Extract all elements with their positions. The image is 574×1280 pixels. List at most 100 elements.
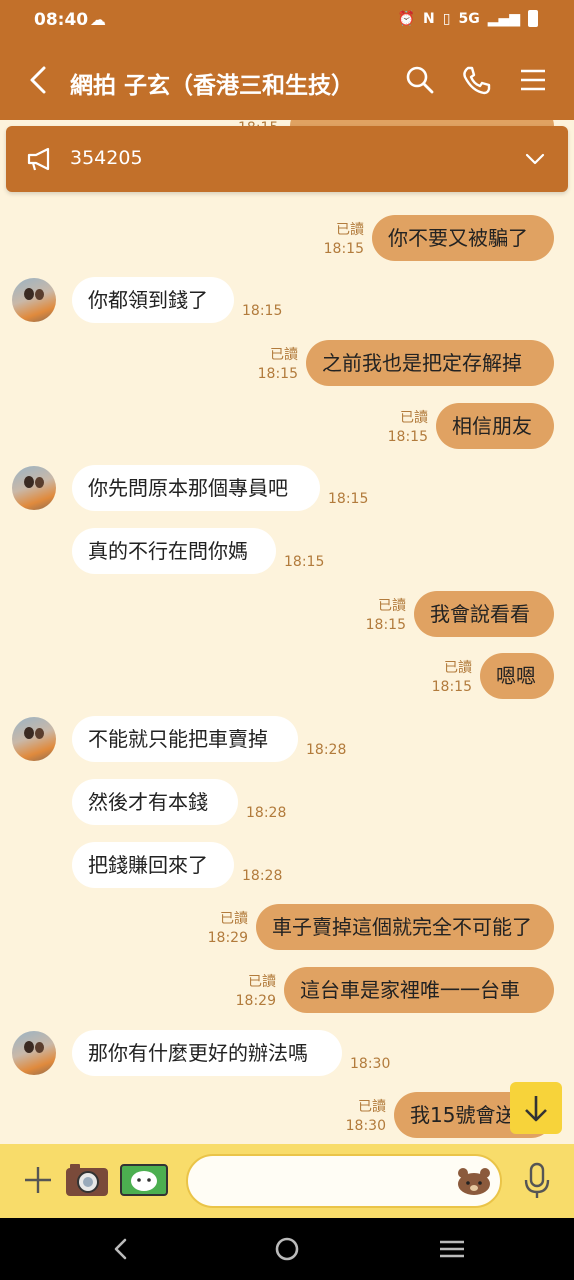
message-meta: 已讀 18:29 — [208, 910, 248, 948]
signal-icon: ▂▄▆ — [487, 10, 520, 27]
input-bar — [0, 1144, 574, 1218]
chevron-down-icon[interactable] — [524, 148, 546, 170]
message-time: 18:28 — [246, 805, 287, 821]
incoming-message: 你都領到錢了 18:15 — [0, 277, 574, 323]
message-meta: 18:15 — [242, 302, 282, 321]
outgoing-message: 這台車是家裡唯一一台車 已讀 18:29 — [0, 967, 574, 1013]
message-bubble[interactable]: 那你有什麼更好的辦法嗎 — [72, 1030, 342, 1076]
incoming-message: 那你有什麼更好的辦法嗎 18:30 — [0, 1030, 574, 1076]
message-bubble[interactable]: 不能就只能把車賣掉 — [72, 716, 298, 762]
read-receipt: 已讀 — [400, 410, 428, 426]
message-meta: 18:28 — [242, 867, 282, 886]
incoming-message: 不能就只能把車賣掉 18:28 — [0, 716, 574, 762]
scroll-down-icon — [525, 1096, 547, 1122]
camera-icon[interactable] — [64, 1162, 110, 1198]
message-bubble[interactable]: 把錢賺回來了 — [72, 842, 234, 888]
read-receipt: 已讀 — [336, 222, 364, 238]
message-bubble[interactable]: 然後才有本錢 — [72, 779, 238, 825]
message-meta: 18:15 — [284, 553, 324, 572]
avatar[interactable] — [12, 717, 56, 761]
read-receipt: 已讀 — [248, 974, 276, 990]
message-meta: 18:28 — [306, 741, 346, 760]
system-nav-bar — [0, 1218, 574, 1280]
message-bubble[interactable]: 真的不行在問你媽 — [72, 528, 276, 574]
back-arrow-icon[interactable] — [24, 62, 54, 98]
message-bubble[interactable]: 車子賣掉這個就完全不可能了 — [256, 904, 554, 950]
message-time: 18:15 — [328, 491, 369, 507]
mic-icon[interactable] — [522, 1162, 552, 1200]
incoming-message: 真的不行在問你媽 18:15 — [0, 528, 574, 574]
menu-icon[interactable] — [517, 64, 549, 96]
message-meta: 已讀 18:15 — [432, 659, 472, 697]
outgoing-message: 我15號會送 已讀 18:30 — [0, 1092, 574, 1138]
chat-title: 網拍 子玄（香港三和生技） — [70, 73, 355, 99]
status-icons: ⏰ N ▯ 5G ▂▄▆ — [398, 10, 538, 27]
message-time: 18:15 — [365, 617, 406, 633]
message-meta: 已讀 18:15 — [388, 409, 428, 447]
message-bubble[interactable]: 相信朋友 — [436, 403, 554, 449]
message-bubble[interactable]: 之前我也是把定存解掉 — [306, 340, 554, 386]
message-list[interactable]: 18:15 你不要又被騙了已讀18:15你都領到錢了18:15之前我也是把定存解… — [0, 120, 574, 1144]
battery-icon — [528, 10, 538, 27]
network-label: 5G — [458, 10, 480, 27]
message-time: 18:15 — [323, 241, 364, 257]
message-meta: 已讀 18:29 — [236, 973, 276, 1011]
message-time: 18:30 — [345, 1118, 386, 1134]
message-bubble[interactable]: 你不要又被騙了 — [372, 215, 554, 261]
nav-back-icon[interactable] — [106, 1234, 136, 1264]
message-meta: 已讀 18:15 — [366, 597, 406, 635]
scroll-to-bottom-button[interactable] — [510, 1082, 562, 1134]
outgoing-message: 相信朋友 已讀 18:15 — [0, 403, 574, 449]
message-meta: 18:30 — [350, 1055, 390, 1074]
vibrate-icon: ▯ — [442, 10, 451, 27]
message-time: 18:29 — [235, 993, 276, 1009]
message-meta: 已讀 18:15 — [258, 346, 298, 384]
message-bubble[interactable]: 我會說看看 — [414, 591, 554, 637]
outgoing-message: 你不要又被騙了 已讀 18:15 — [0, 215, 574, 261]
message-input[interactable] — [186, 1154, 502, 1208]
avatar[interactable] — [12, 1031, 56, 1075]
message-time: 18:29 — [207, 930, 248, 946]
outgoing-message: 我會說看看 已讀 18:15 — [0, 591, 574, 637]
message-bubble[interactable]: 你都領到錢了 — [72, 277, 234, 323]
message-time: 18:28 — [242, 868, 283, 884]
message-time: 18:15 — [387, 429, 428, 445]
nfc-icon: N — [423, 10, 435, 27]
avatar[interactable] — [12, 278, 56, 322]
read-receipt: 已讀 — [270, 347, 298, 363]
search-icon[interactable] — [404, 64, 436, 96]
nav-home-icon[interactable] — [272, 1234, 302, 1264]
message-meta: 18:28 — [246, 804, 286, 823]
incoming-message: 然後才有本錢 18:28 — [0, 779, 574, 825]
announcement-text: 354205 — [70, 147, 143, 169]
megaphone-icon — [27, 147, 50, 171]
incoming-message: 你先問原本那個專員吧 18:15 — [0, 465, 574, 511]
incoming-message: 把錢賺回來了 18:28 — [0, 842, 574, 888]
outgoing-message: 嗯嗯 已讀 18:15 — [0, 653, 574, 699]
read-receipt: 已讀 — [358, 1099, 386, 1115]
message-time: 18:15 — [242, 303, 283, 319]
outgoing-message: 之前我也是把定存解掉 已讀 18:15 — [0, 340, 574, 386]
nav-recents-icon[interactable] — [437, 1234, 467, 1264]
pinned-announcement[interactable]: 354205 — [6, 126, 568, 192]
read-receipt: 已讀 — [378, 598, 406, 614]
avatar[interactable] — [12, 466, 56, 510]
plus-icon[interactable] — [22, 1164, 54, 1196]
message-time: 18:15 — [284, 554, 325, 570]
alarm-icon: ⏰ — [397, 10, 416, 27]
message-time: 18:28 — [306, 742, 347, 758]
status-bar: 08:40 ☁ ⏰ N ▯ 5G ▂▄▆ — [0, 0, 574, 42]
cloud-icon: ☁ — [90, 10, 106, 29]
photo-icon[interactable] — [120, 1164, 168, 1196]
message-time: 18:30 — [350, 1056, 391, 1072]
emoji-bear-icon[interactable] — [456, 1166, 492, 1196]
message-bubble[interactable]: 你先問原本那個專員吧 — [72, 465, 320, 511]
read-receipt: 已讀 — [220, 911, 248, 927]
message-time: 18:15 — [431, 679, 472, 695]
message-bubble[interactable]: 這台車是家裡唯一一台車 — [284, 967, 554, 1013]
message-bubble[interactable]: 嗯嗯 — [480, 653, 554, 699]
phone-icon[interactable] — [460, 64, 492, 96]
message-time: 18:15 — [257, 366, 298, 382]
message-meta: 已讀 18:15 — [324, 221, 364, 259]
chat-header: 網拍 子玄（香港三和生技） — [0, 42, 574, 120]
